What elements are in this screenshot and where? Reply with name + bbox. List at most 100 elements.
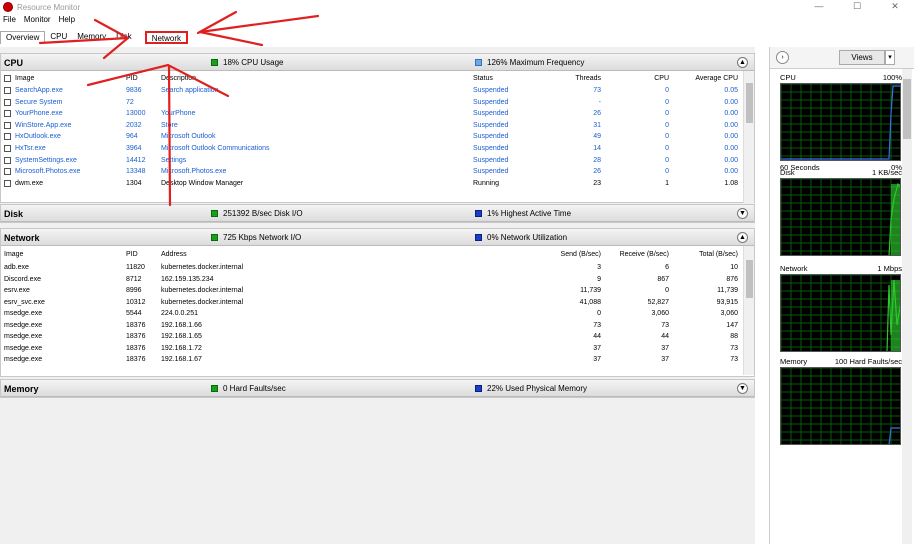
table-row[interactable]: SystemSettings.exe 14412 Settings Suspended… (1, 155, 743, 167)
process-checkbox[interactable] (4, 87, 11, 94)
tab-network[interactable]: Network (144, 31, 189, 44)
cpu-cell: 14 (593, 145, 601, 152)
cpu-cell: Suspended (473, 156, 509, 164)
table-row[interactable]: Discord.exe 8712 162.159.135.234 9 867 876 (1, 274, 743, 286)
close-button[interactable]: ✕ (876, 0, 914, 12)
cpu-cell: Suspended (473, 145, 509, 152)
table-row[interactable]: WinStore.App.exe 2032 Store Suspended 31 0 0.0… (1, 120, 743, 132)
process-checkbox[interactable] (4, 110, 11, 118)
cpu-cell: Running (473, 179, 500, 187)
graph-label-cpu: CPU 100% (780, 73, 902, 82)
network-cell: 37 (593, 344, 601, 352)
process-checkbox[interactable] (4, 145, 11, 152)
cpu-cell: 23 (593, 179, 601, 187)
tab-overview[interactable]: Overview (0, 31, 46, 44)
network-header-row[interactable]: Image PID Address Send (B/sec) Receive (B/se… (1, 249, 743, 261)
select-all-checkbox[interactable] (4, 75, 11, 82)
cpu-cell: Suspended (473, 168, 509, 176)
tab-disk[interactable]: Disk (111, 31, 137, 44)
graph-label-memory: Memory 100 Hard Faults/sec (780, 357, 902, 366)
cpu-cell: Suspended (473, 98, 509, 106)
table-row[interactable]: esrv.exe 8996 kubernetes.docker.internal 11… (1, 285, 743, 297)
collapse-graphs-icon[interactable]: › (776, 51, 789, 64)
tab-cpu[interactable]: CPU (45, 31, 72, 44)
network-cell: msedge.exe (4, 356, 43, 363)
table-row[interactable]: msedge.exe 5544 224.0.0.251 0 3,060 3,060 (1, 308, 743, 320)
cpu-collapse-icon[interactable]: ▲ (737, 57, 748, 68)
disk-panel-header[interactable]: Disk 251392 B/sec Disk I/O 1% Highest Ac… (1, 205, 754, 222)
table-row[interactable]: msedge.exe 18376 192.168.1.72 37 37 73 (1, 343, 743, 355)
table-row[interactable]: Secure System 72 Suspended - 0 0.00 (1, 97, 743, 109)
cpu-col-header: Description (161, 75, 197, 82)
network-util-swatch-icon (475, 234, 482, 241)
table-row[interactable]: adb.exe 11820 kubernetes.docker.internal 3 6… (1, 262, 743, 274)
cpu-header-row[interactable]: Image PID Description Status Threads CPU Avera… (1, 73, 743, 85)
network-cell: 867 (657, 275, 669, 283)
network-cell: 73 (730, 356, 738, 363)
network-util-text: 0% Network Utilization (487, 233, 568, 242)
views-dropdown-icon[interactable]: ▾ (885, 50, 895, 65)
network-cell: 11,739 (717, 287, 738, 294)
process-checkbox[interactable] (4, 98, 11, 106)
process-checkbox[interactable] (4, 156, 11, 164)
network-panel: Network 725 Kbps Network I/O 0% Network … (0, 228, 755, 377)
cpu-cell: 72 (126, 98, 134, 106)
table-row[interactable]: msedge.exe 18376 192.168.1.66 73 73 147 (1, 320, 743, 332)
table-row[interactable]: SearchApp.exe 9836 Search application Suspe… (1, 85, 743, 97)
minimize-button[interactable]: — (800, 0, 838, 12)
network-cell: 37 (593, 356, 601, 363)
cpu-cell: 26 (593, 168, 601, 176)
network-table-scrollbar[interactable] (743, 246, 754, 375)
network-cell: kubernetes.docker.internal (161, 287, 244, 294)
network-col-header: Send (B/sec) (560, 251, 601, 258)
cpu-cell: Suspended (473, 133, 509, 141)
window-controls: — ☐ ✕ (800, 0, 914, 12)
table-row[interactable]: HxTsr.exe 3964 Microsoft Outlook Communica… (1, 143, 743, 155)
maximize-button[interactable]: ☐ (838, 0, 876, 12)
network-cell: kubernetes.docker.internal (161, 264, 244, 271)
cpu-cell: 0 (665, 98, 669, 106)
process-checkbox[interactable] (4, 168, 11, 176)
tab-memory[interactable]: Memory (72, 31, 111, 44)
disk-io-text: 251392 B/sec Disk I/O (223, 209, 303, 218)
table-row[interactable]: msedge.exe 18376 192.168.1.65 44 44 88 (1, 331, 743, 343)
cpu-col-header: Status (473, 75, 493, 82)
table-row[interactable]: YourPhone.exe 13000 YourPhone Suspended 26 0 0… (1, 108, 743, 120)
cpu-cell: - (598, 98, 601, 106)
cpu-cell: YourPhone (161, 110, 196, 118)
cpu-cell: 0.05 (724, 87, 738, 94)
table-row[interactable]: dwm.exe 1304 Desktop Window Manager Running… (1, 178, 743, 190)
table-row[interactable]: HxOutlook.exe 964 Microsoft Outlook Suspend… (1, 131, 743, 143)
memory-expand-icon[interactable]: ▼ (737, 383, 748, 394)
process-checkbox[interactable] (4, 133, 11, 141)
cpu-table-scrollbar[interactable] (743, 71, 754, 203)
cpu-cell: Desktop Window Manager (161, 179, 244, 187)
table-row[interactable]: Microsoft.Photos.exe 13348 Microsoft.Photo… (1, 166, 743, 178)
menu-help[interactable]: Help (59, 15, 75, 27)
views-button[interactable]: Views (839, 50, 885, 65)
disk-active-text: 1% Highest Active Time (487, 209, 572, 218)
cpu-cell: Microsoft.Photos.exe (15, 168, 81, 176)
graphs-scrollbar[interactable] (902, 69, 912, 544)
cpu-cell: 26 (593, 110, 601, 118)
process-checkbox[interactable] (4, 179, 11, 187)
network-cell: 44 (593, 333, 601, 340)
network-cell: 73 (593, 321, 601, 329)
network-panel-header[interactable]: Network 725 Kbps Network I/O 0% Network … (1, 229, 754, 246)
table-row[interactable]: esrv_svc.exe 10312 kubernetes.docker.inter… (1, 297, 743, 309)
memory-panel-header[interactable]: Memory 0 Hard Faults/sec 22% Used Physic… (1, 380, 754, 397)
cpu-panel-header[interactable]: CPU 18% CPU Usage 126% Maximum Frequency… (1, 54, 754, 71)
network-cell: 10 (730, 264, 738, 271)
table-row[interactable]: msedge.exe 18376 192.168.1.67 37 37 73 (1, 354, 743, 366)
menu-file[interactable]: File (3, 15, 16, 27)
menu-monitor[interactable]: Monitor (24, 15, 51, 27)
network-cell: msedge.exe (4, 344, 43, 352)
graph-label-network: Network 1 Mbps (780, 264, 902, 273)
network-collapse-icon[interactable]: ▲ (737, 232, 748, 243)
resource-monitor-icon (3, 2, 13, 12)
process-checkbox[interactable] (4, 121, 11, 129)
disk-expand-icon[interactable]: ▼ (737, 208, 748, 219)
annotation-arrow-2 (198, 14, 320, 34)
network-io-swatch-icon (211, 234, 218, 241)
cpu-cell: 0.00 (724, 168, 738, 176)
